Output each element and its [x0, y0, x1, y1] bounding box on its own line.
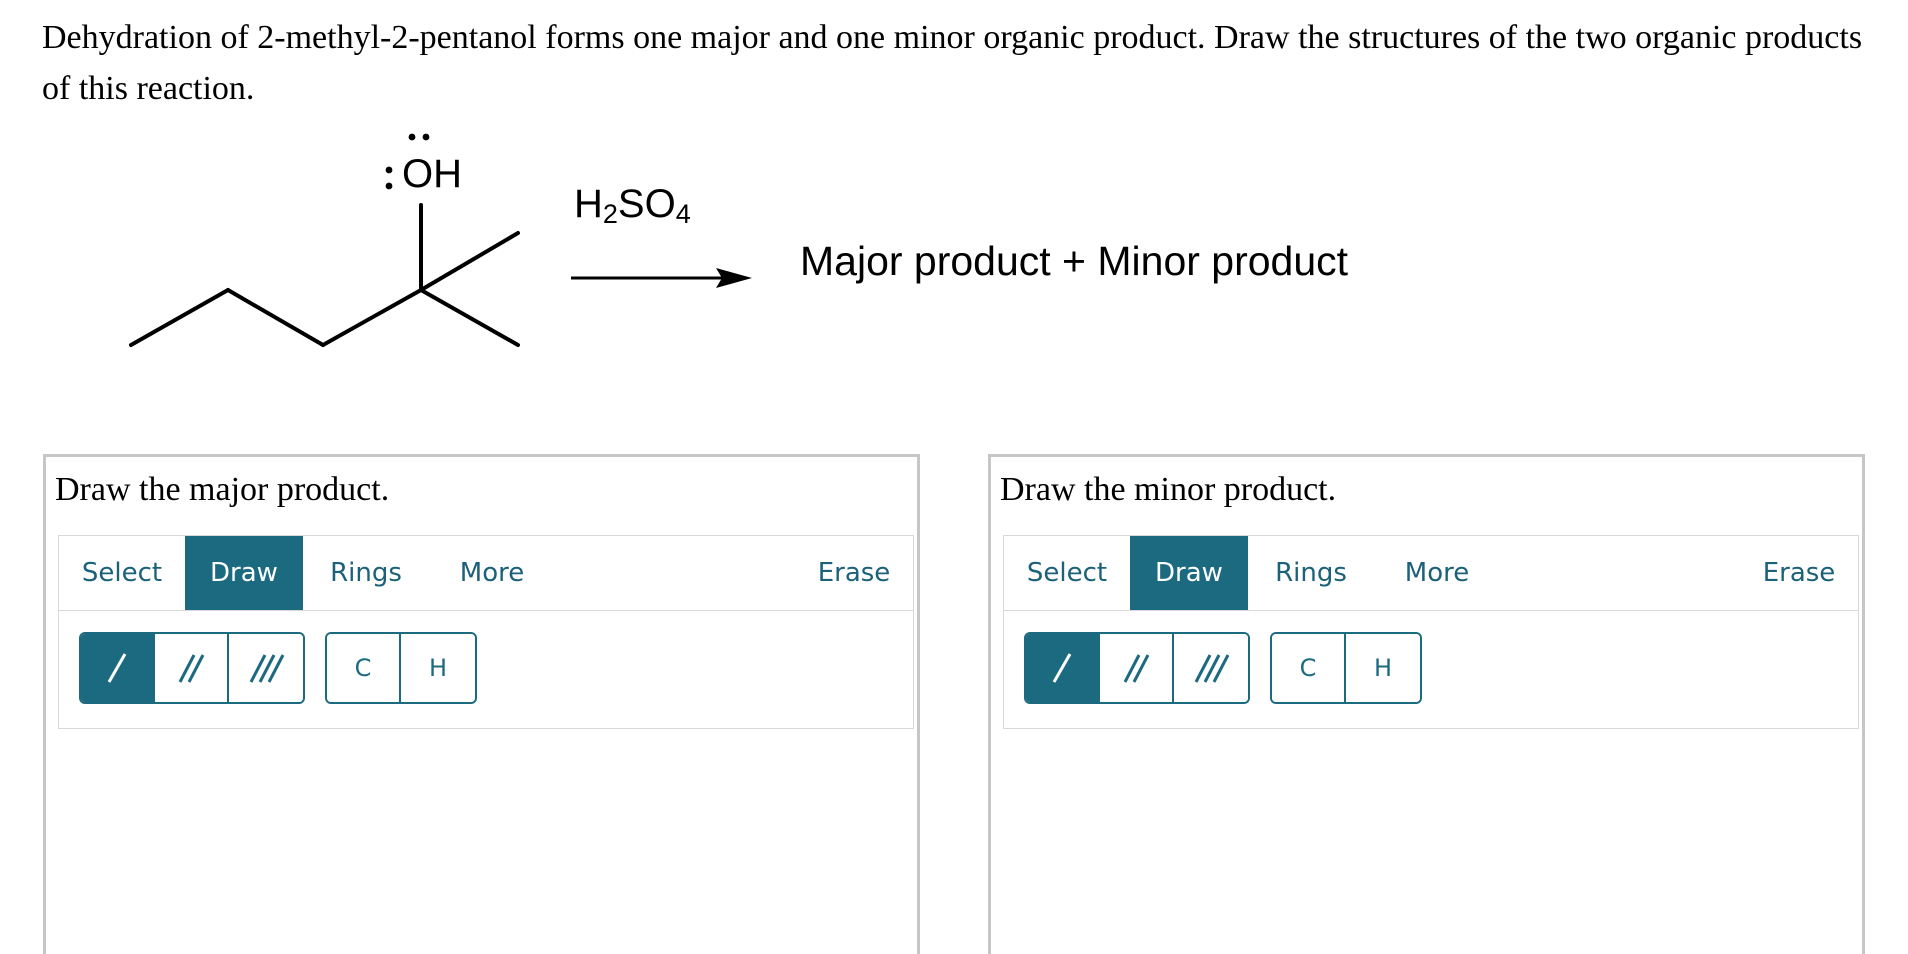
reactant-structure — [129, 133, 752, 347]
tab-select[interactable]: Select — [59, 536, 185, 610]
minor-product-panel: Draw the minor product. Select Draw Ring… — [988, 454, 1865, 954]
hydroxyl-label: OH — [402, 152, 462, 196]
carbon-atom-button[interactable]: C — [327, 634, 401, 702]
hydrogen-atom-button[interactable]: H — [401, 634, 475, 702]
editor-toolbar: Select Draw Rings More Erase — [58, 535, 914, 611]
double-bond-button[interactable] — [155, 634, 229, 702]
single-bond-icon — [107, 653, 127, 683]
products-label: Major product + Minor product — [800, 238, 1349, 284]
double-bond-icon — [1123, 654, 1150, 683]
hydrogen-atom-button[interactable]: H — [1346, 634, 1420, 702]
tab-rings[interactable]: Rings — [303, 536, 429, 610]
atom-buttons: C H — [325, 632, 477, 704]
tab-more[interactable]: More — [429, 536, 555, 610]
atom-buttons: C H — [1270, 632, 1422, 704]
triple-bond-icon — [1194, 654, 1230, 683]
tab-rings[interactable]: Rings — [1248, 536, 1374, 610]
bond-buttons — [1024, 632, 1250, 704]
draw-tools: C H — [58, 611, 914, 729]
tab-more[interactable]: More — [1374, 536, 1500, 610]
single-bond-button[interactable] — [1026, 634, 1100, 702]
triple-bond-button[interactable] — [1174, 634, 1248, 702]
single-bond-icon — [1052, 653, 1072, 683]
erase-button[interactable]: Erase — [799, 536, 909, 610]
triple-bond-icon — [249, 654, 285, 683]
reagent-label: H2SO4 — [574, 182, 691, 229]
editor-toolbar: Select Draw Rings More Erase — [1003, 535, 1859, 611]
erase-button[interactable]: Erase — [1744, 536, 1854, 610]
draw-tools: C H — [1003, 611, 1859, 729]
tab-select[interactable]: Select — [1004, 536, 1130, 610]
reaction-arrow — [571, 268, 752, 288]
tab-draw[interactable]: Draw — [1130, 536, 1248, 610]
tab-draw[interactable]: Draw — [185, 536, 303, 610]
panel-title: Draw the minor product. — [1000, 471, 1337, 508]
carbon-atom-button[interactable]: C — [1272, 634, 1346, 702]
double-bond-button[interactable] — [1100, 634, 1174, 702]
panel-title: Draw the major product. — [55, 471, 390, 508]
bond-buttons — [79, 632, 305, 704]
reaction-scheme: OH H2SO4 Major product + Minor product — [0, 0, 1908, 420]
major-product-panel: Draw the major product. Select Draw Ring… — [43, 454, 920, 954]
single-bond-button[interactable] — [81, 634, 155, 702]
triple-bond-button[interactable] — [229, 634, 303, 702]
double-bond-icon — [178, 654, 205, 683]
